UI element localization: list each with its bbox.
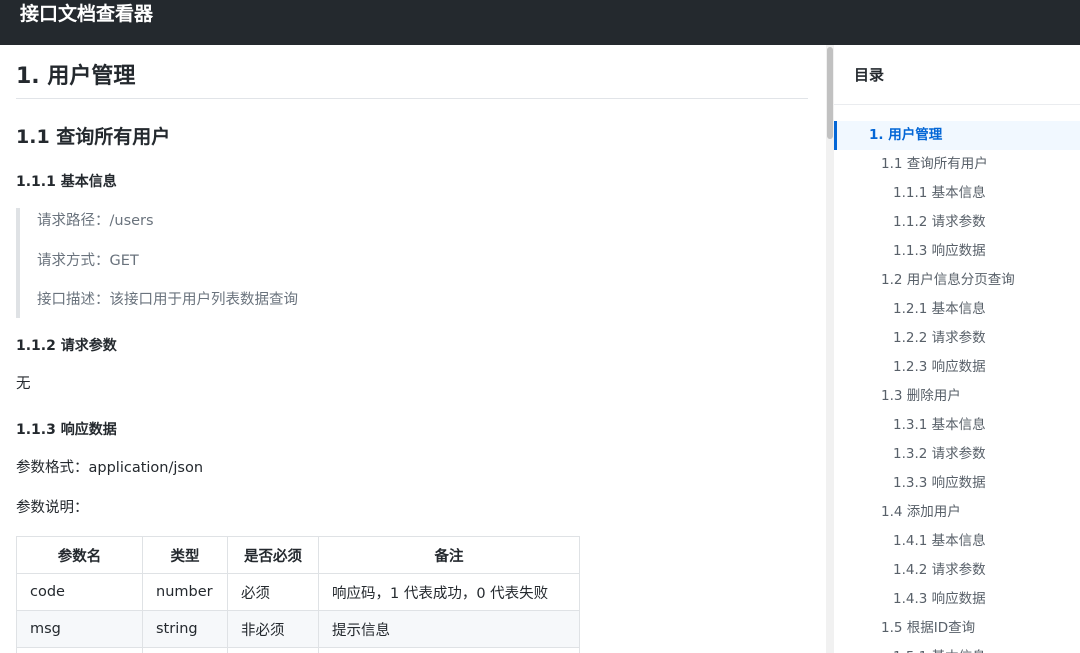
- param-explain-label: 参数说明：: [16, 500, 89, 516]
- response-format: 参数格式：application/json: [16, 460, 204, 476]
- toc-item-1-3-1[interactable]: 1.3.1 基本信息: [834, 411, 1080, 440]
- table-header-row: 参数名 类型 是否必须 备注: [16, 536, 580, 574]
- request-path: 请求路径：/users: [37, 213, 154, 229]
- subsection-response-data-title: 1.1.3 响应数据: [16, 422, 117, 438]
- toc-item-1-4-1[interactable]: 1.4.1 基本信息: [834, 527, 1080, 556]
- toc-item-1-5-1[interactable]: 1.5.1 基本信息: [834, 643, 1080, 653]
- section-heading-1-1: 1.1 查询所有用户: [16, 126, 171, 148]
- request-description: 接口描述：该接口用于用户列表数据查询: [37, 292, 298, 308]
- table-cell: string: [142, 610, 228, 648]
- toc-item-1-1[interactable]: 1.1 查询所有用户: [834, 150, 1080, 179]
- response-params-table: 参数名 类型 是否必须 备注 code number 必须 响应码，1 代表成功…: [16, 536, 580, 653]
- table-cell: 非必须: [227, 610, 319, 648]
- content-scrollbar[interactable]: [826, 45, 834, 653]
- request-method: 请求方式：GET: [37, 253, 139, 269]
- request-params-body: 无: [16, 376, 31, 392]
- table-cell: msg: [16, 610, 143, 648]
- toc-item-1-1-1[interactable]: 1.1.1 基本信息: [834, 179, 1080, 208]
- section-heading-1: 1. 用户管理: [16, 61, 808, 99]
- table-cell: code: [16, 573, 143, 611]
- toc-item-1-2-2[interactable]: 1.2.2 请求参数: [834, 324, 1080, 353]
- toc-item-1-2-1[interactable]: 1.2.1 基本信息: [834, 295, 1080, 324]
- table-header-cell: 类型: [142, 536, 228, 574]
- subsection-request-params-title: 1.1.2 请求参数: [16, 338, 117, 354]
- toc-item-1-5[interactable]: 1.5 根据ID查询: [834, 614, 1080, 643]
- toc-item-1-3-3[interactable]: 1.3.3 响应数据: [834, 469, 1080, 498]
- table-cell: [142, 647, 228, 653]
- table-cell: 提示信息: [318, 610, 580, 648]
- toc-item-1-4-3[interactable]: 1.4.3 响应数据: [834, 585, 1080, 614]
- toc-item-1-2-3[interactable]: 1.2.3 响应数据: [834, 353, 1080, 382]
- top-bar: 接口文档查看器: [0, 0, 1080, 45]
- toc-item-1[interactable]: 1. 用户管理: [834, 121, 1080, 150]
- table-row: [16, 647, 580, 653]
- toc-item-1-1-3[interactable]: 1.1.3 响应数据: [834, 237, 1080, 266]
- subsection-basic-info-title: 1.1.1 基本信息: [16, 174, 117, 190]
- toc-item-1-2[interactable]: 1.2 用户信息分页查询: [834, 266, 1080, 295]
- table-cell: 必须: [227, 573, 319, 611]
- table-header-cell: 参数名: [16, 536, 143, 574]
- toc-item-1-1-2[interactable]: 1.1.2 请求参数: [834, 208, 1080, 237]
- toc-title: 目录: [854, 66, 885, 84]
- toc-divider: [834, 104, 1080, 105]
- basic-info-blockquote: 请求路径：/users 请求方式：GET 接口描述：该接口用于用户列表数据查询: [16, 208, 516, 318]
- table-cell: [16, 647, 143, 653]
- toc-item-1-4-2[interactable]: 1.4.2 请求参数: [834, 556, 1080, 585]
- table-cell: 响应码，1 代表成功，0 代表失败: [318, 573, 580, 611]
- table-of-contents: 目录 1. 用户管理 1.1 查询所有用户 1.1.1 基本信息 1.1.2 请…: [834, 45, 1080, 653]
- table-header-cell: 是否必须: [227, 536, 319, 574]
- toc-item-1-3[interactable]: 1.3 删除用户: [834, 382, 1080, 411]
- toc-item-1-3-2[interactable]: 1.3.2 请求参数: [834, 440, 1080, 469]
- document-content[interactable]: 1. 用户管理 1.1 查询所有用户 1.1.1 基本信息 请求路径：/user…: [0, 45, 826, 653]
- table-cell: number: [142, 573, 228, 611]
- table-header-cell: 备注: [318, 536, 580, 574]
- toc-item-1-4[interactable]: 1.4 添加用户: [834, 498, 1080, 527]
- scrollbar-thumb[interactable]: [827, 47, 833, 139]
- table-cell: [318, 647, 580, 653]
- app-title: 接口文档查看器: [20, 3, 154, 25]
- table-row: code number 必须 响应码，1 代表成功，0 代表失败: [16, 573, 580, 611]
- table-row: msg string 非必须 提示信息: [16, 610, 580, 648]
- table-cell: [227, 647, 319, 653]
